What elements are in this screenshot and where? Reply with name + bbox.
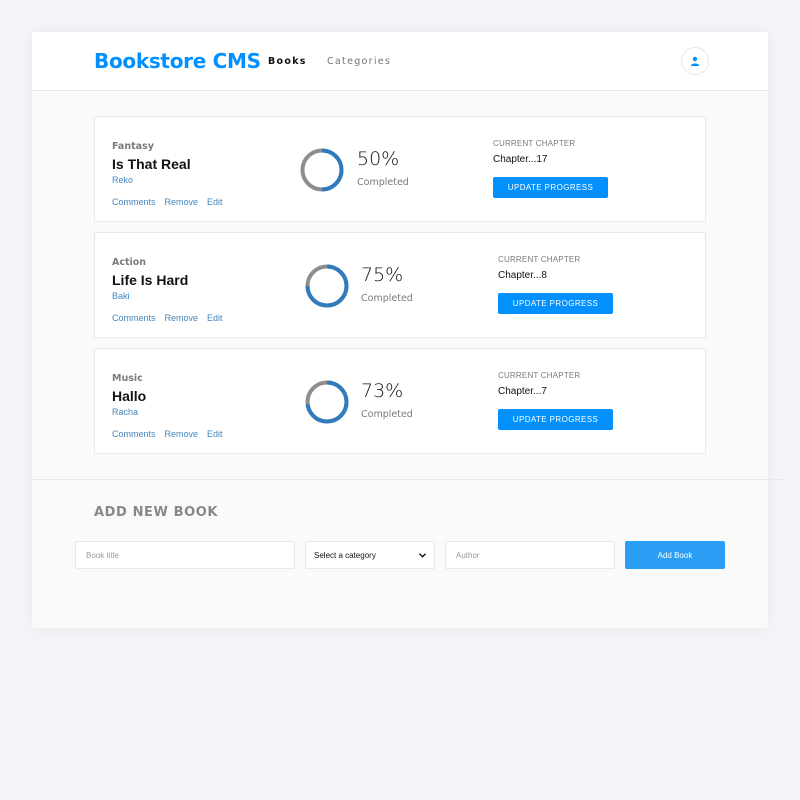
book-actions: Comments Remove Edit bbox=[112, 429, 223, 439]
progress-ring bbox=[305, 264, 349, 308]
add-book-button[interactable]: Add Book bbox=[625, 541, 725, 569]
progress-ring bbox=[300, 148, 344, 192]
current-chapter-label: CURRENT CHAPTER bbox=[498, 255, 581, 264]
nav-books[interactable]: Books bbox=[268, 56, 307, 67]
book-genre: Action bbox=[112, 257, 147, 268]
author-input[interactable] bbox=[445, 541, 615, 569]
book-title: Hallo bbox=[112, 388, 147, 404]
chevron-down-icon bbox=[419, 552, 426, 558]
header: Bookstore CMS Books Categories bbox=[32, 32, 768, 91]
comments-link[interactable]: Comments bbox=[112, 429, 156, 439]
add-book-heading: ADD NEW BOOK bbox=[94, 505, 219, 520]
current-chapter-label: CURRENT CHAPTER bbox=[498, 371, 581, 380]
current-chapter-value: Chapter...7 bbox=[498, 386, 547, 397]
remove-link[interactable]: Remove bbox=[165, 313, 199, 323]
book-title-input[interactable] bbox=[75, 541, 295, 569]
remove-link[interactable]: Remove bbox=[165, 429, 199, 439]
book-genre: Music bbox=[112, 373, 143, 384]
update-progress-button[interactable]: UPDATE PROGRESS bbox=[498, 409, 613, 430]
user-avatar-button[interactable] bbox=[681, 47, 709, 75]
book-card: Action Life Is Hard Baki Comments Remove… bbox=[94, 232, 706, 338]
remove-link[interactable]: Remove bbox=[165, 197, 199, 207]
update-progress-button[interactable]: UPDATE PROGRESS bbox=[498, 293, 613, 314]
edit-link[interactable]: Edit bbox=[207, 197, 223, 207]
current-chapter-value: Chapter...17 bbox=[493, 154, 548, 165]
app-panel: Bookstore CMS Books Categories Fantasy I… bbox=[32, 32, 784, 628]
current-chapter-value: Chapter...8 bbox=[498, 270, 547, 281]
nav-categories[interactable]: Categories bbox=[327, 56, 391, 67]
progress-completed-label: Completed bbox=[361, 409, 413, 420]
book-card: Fantasy Is That Real Reko Comments Remov… bbox=[94, 116, 706, 222]
current-chapter-label: CURRENT CHAPTER bbox=[493, 139, 576, 148]
progress-completed-label: Completed bbox=[361, 293, 413, 304]
progress-percent: 50% bbox=[357, 148, 400, 170]
book-actions: Comments Remove Edit bbox=[112, 313, 223, 323]
update-progress-button[interactable]: UPDATE PROGRESS bbox=[493, 177, 608, 198]
comments-link[interactable]: Comments bbox=[112, 313, 156, 323]
progress-percent: 75% bbox=[361, 264, 404, 286]
book-title: Life Is Hard bbox=[112, 272, 189, 288]
book-title: Is That Real bbox=[112, 156, 191, 172]
progress-completed-label: Completed bbox=[357, 177, 409, 188]
category-select[interactable]: Select a category bbox=[305, 541, 435, 569]
progress-ring bbox=[305, 380, 349, 424]
edit-link[interactable]: Edit bbox=[207, 313, 223, 323]
logo[interactable]: Bookstore CMS bbox=[94, 49, 261, 73]
book-author: Baki bbox=[112, 291, 130, 301]
book-card: Music Hallo Racha Comments Remove Edit 7… bbox=[94, 348, 706, 454]
book-actions: Comments Remove Edit bbox=[112, 197, 223, 207]
edit-link[interactable]: Edit bbox=[207, 429, 223, 439]
book-genre: Fantasy bbox=[112, 141, 154, 152]
book-author: Reko bbox=[112, 175, 134, 185]
category-select-value: Select a category bbox=[314, 550, 376, 560]
book-author: Racha bbox=[112, 407, 139, 417]
user-icon bbox=[690, 56, 700, 66]
comments-link[interactable]: Comments bbox=[112, 197, 156, 207]
section-divider bbox=[32, 479, 784, 480]
progress-percent: 73% bbox=[361, 380, 404, 402]
